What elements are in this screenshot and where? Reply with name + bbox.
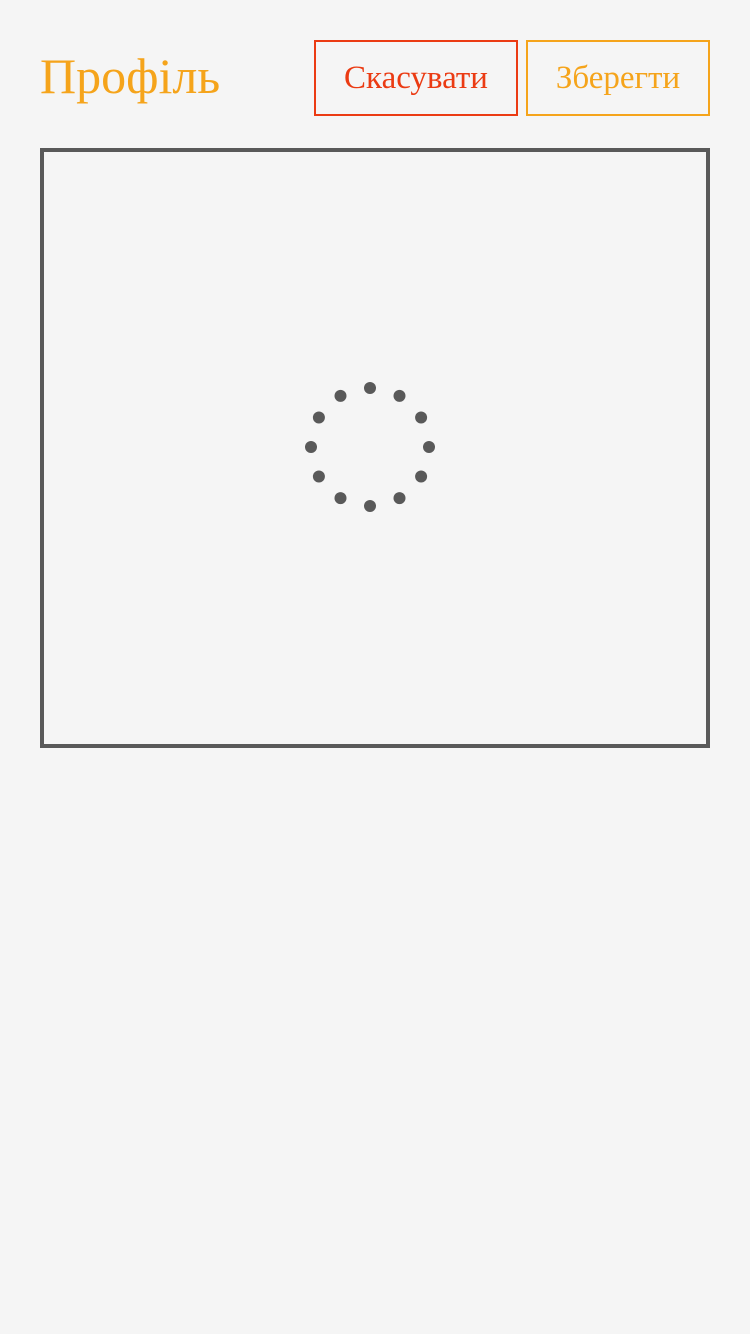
page-title: Профіль xyxy=(40,48,221,104)
spinner-dot xyxy=(415,470,428,483)
spinner-dot xyxy=(334,492,347,505)
spinner-dot xyxy=(393,389,406,402)
spinner-dot xyxy=(312,411,325,424)
spinner-dot xyxy=(312,470,325,483)
content-panel xyxy=(40,148,710,748)
spinner-dot xyxy=(305,441,317,453)
spinner-dot xyxy=(364,500,376,512)
save-button[interactable]: Зберегти xyxy=(526,40,710,116)
spinner-dot xyxy=(364,382,376,394)
loading-spinner-icon xyxy=(305,382,435,512)
spinner-dot xyxy=(334,389,347,402)
spinner-dot xyxy=(393,492,406,505)
spinner-dot xyxy=(415,411,428,424)
spinner-dot xyxy=(423,441,435,453)
cancel-button[interactable]: Скасувати xyxy=(314,40,518,116)
